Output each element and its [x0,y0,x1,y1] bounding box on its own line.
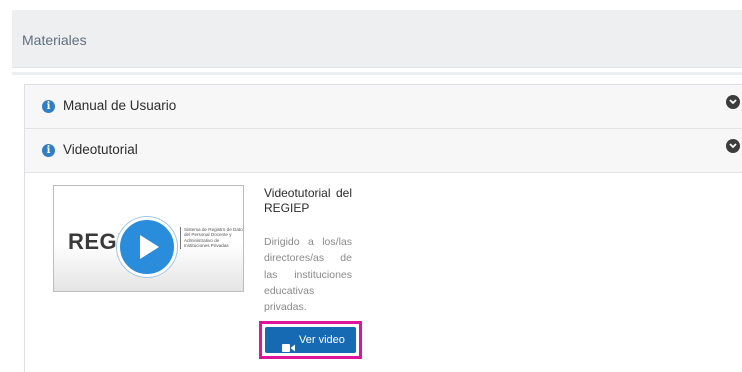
video-thumbnail[interactable]: REGIEP Sistema de Registro de Datos del … [53,185,244,292]
panel-divider [12,72,742,75]
info-icon: i [42,144,55,157]
thumbnail-subtitle: Sistema de Registro de Datos del Persona… [180,227,243,249]
video-camera-icon [282,336,295,362]
materials-panel-header: Materiales [12,10,742,68]
chevron-down-icon[interactable] [726,95,740,109]
accordion-item-videotutorial[interactable]: i Videotutorial [25,129,742,173]
accordion-item-label: Videotutorial [63,142,138,157]
info-icon: i [42,100,55,113]
accordion-item-label: Manual de Usuario [63,98,177,113]
watch-video-label: Ver video [299,334,345,346]
watch-video-button[interactable]: Ver video [265,327,356,353]
chevron-down-icon[interactable] [726,139,740,153]
accordion-item-manual[interactable]: i Manual de Usuario [25,85,742,129]
play-icon[interactable] [117,217,177,277]
panel-title: Materiales [22,32,87,48]
materials-accordion: i Manual de Usuario i Videotutorial REGI… [24,84,742,372]
video-description: Dirigido a los/las directores/as de las … [264,236,352,314]
video-title: Videotutorial del REGIEP [264,186,352,215]
